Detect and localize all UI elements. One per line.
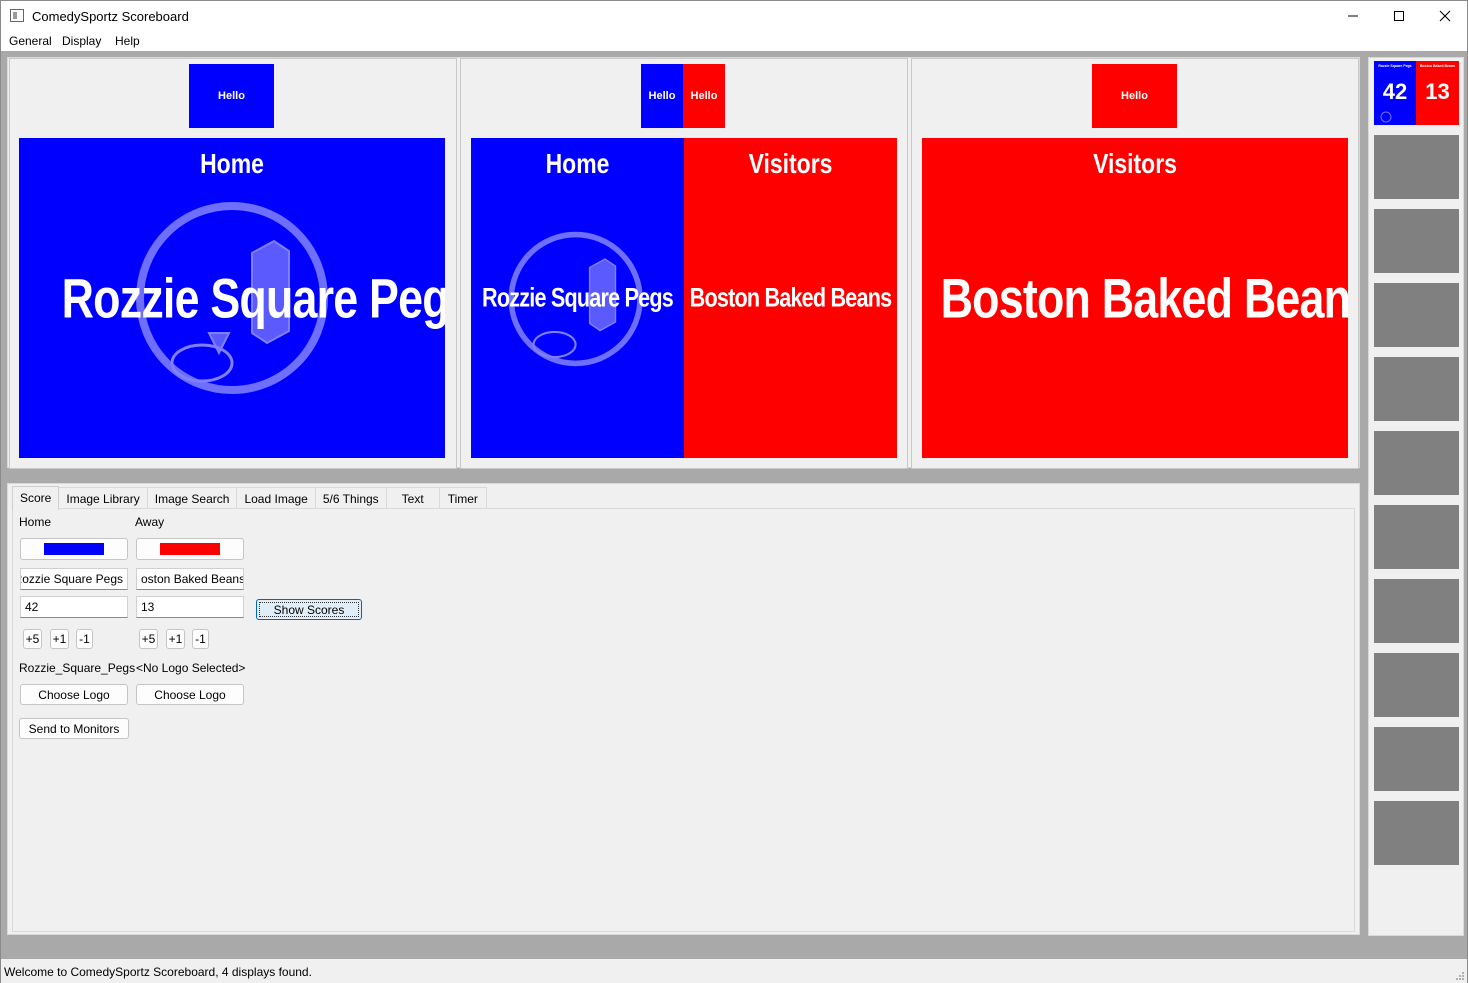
home-name-field[interactable]: Rozzie Square Pegs [20, 568, 128, 590]
hello-banner: Hello [1092, 64, 1177, 128]
thumbnail-slot[interactable] [1374, 357, 1459, 421]
mini-home-score: 42 [1382, 79, 1408, 104]
thumbnail-slot[interactable] [1374, 727, 1459, 791]
away-logo-filename: <No Logo Selected> [136, 661, 246, 675]
thumbnail-slot[interactable] [1374, 135, 1459, 199]
home-plus-one-button[interactable]: +1 [50, 629, 69, 649]
away-plus-five-button[interactable]: +5 [139, 629, 158, 649]
tab-image-library[interactable]: Image Library [58, 487, 148, 509]
away-header: Away [135, 515, 165, 529]
scoreboard: Home Rozzie Square Pegs [19, 138, 445, 458]
menu-bar: General Display Help [1, 31, 1467, 51]
resize-grip-icon[interactable] [1455, 971, 1465, 981]
away-half: Visitors Boston Baked Beans [922, 138, 1348, 458]
scoreboard: Home Rozzie Square Pegs Visitors Boston … [471, 138, 897, 458]
home-choose-logo-button[interactable]: Choose Logo [20, 684, 128, 705]
close-button[interactable] [1422, 1, 1468, 31]
home-score-field[interactable]: 42 [20, 596, 128, 618]
thumbnail-slot[interactable] [1374, 653, 1459, 717]
display-preview-visitors[interactable]: Hello Visitors Boston Baked Beans [911, 58, 1359, 469]
show-scores-button[interactable]: Show Scores [256, 599, 362, 620]
home-half: Home Rozzie Square Pegs [471, 138, 684, 458]
mini-away-name: Boston Baked Beans [1419, 64, 1455, 68]
away-score-field[interactable]: 13 [136, 596, 244, 618]
home-half: Home Rozzie Square Pegs [19, 138, 445, 458]
hello-text: Hello [189, 64, 274, 128]
home-color-button[interactable] [20, 538, 128, 560]
away-name-field[interactable]: oston Baked Beans [136, 568, 244, 590]
display-preview-home[interactable]: Hello Home Rozzie Square Pegs [9, 58, 457, 469]
away-label: Visitors [1093, 148, 1177, 179]
mini-home-name: Rozzie Square Pegs [1378, 64, 1412, 68]
work-area: Hello Home Rozzie Square Pegs Hello Hell… [1, 51, 1467, 959]
minimize-button[interactable] [1330, 1, 1376, 31]
thumbnail-slot[interactable] [1374, 431, 1459, 495]
thumbnail-slot[interactable] [1374, 505, 1459, 569]
send-to-monitors-button[interactable]: Send to Monitors [19, 718, 129, 739]
away-plus-one-button[interactable]: +1 [166, 629, 185, 649]
mini-away: Boston Baked Beans 13 [1416, 61, 1459, 125]
hello-banner: Hello [189, 64, 274, 128]
home-name-value: Rozzie Square Pegs [20, 572, 123, 586]
close-icon [1439, 10, 1451, 22]
title-bar: ComedySportz Scoreboard [1, 1, 1467, 31]
tab-image-search[interactable]: Image Search [146, 487, 238, 509]
home-label: Home [200, 148, 264, 179]
tab-bar: Score Image Library Image Search Load Im… [12, 486, 487, 510]
hello-text-home: Hello [641, 64, 683, 128]
control-panel: Score Image Library Image Search Load Im… [7, 483, 1360, 935]
maximize-button[interactable] [1376, 1, 1422, 31]
away-team-name: Boston Baked Beans [940, 266, 1348, 330]
status-bar: Welcome to ComedySportz Scoreboard, 4 di… [1, 961, 1467, 983]
menu-display[interactable]: Display [62, 34, 101, 48]
display-previews: Hello Home Rozzie Square Pegs Hello Hell… [7, 57, 1360, 469]
tab-timer[interactable]: Timer [438, 487, 487, 509]
scoreboard: Visitors Boston Baked Beans [922, 138, 1348, 458]
display-preview-both[interactable]: Hello Hello Home Rozzie Square Pegs Visi… [460, 58, 908, 469]
window-title: ComedySportz Scoreboard [32, 9, 189, 24]
hello-banner: Hello Hello [641, 64, 725, 128]
away-color-swatch [160, 543, 220, 555]
status-message: Welcome to ComedySportz Scoreboard, 4 di… [4, 965, 312, 979]
thumbnail-active-scoreboard[interactable]: Rozzie Square Pegs 42 Boston Baked Beans… [1374, 61, 1459, 125]
menu-general[interactable]: General [9, 34, 52, 48]
app-window: ComedySportz Scoreboard General Display … [0, 0, 1468, 983]
hello-text: Hello [1092, 64, 1177, 128]
away-name-value: oston Baked Beans [141, 572, 244, 586]
away-score-value: 13 [141, 600, 155, 614]
thumbnail-slot[interactable] [1374, 209, 1459, 273]
mini-away-score: 13 [1425, 79, 1450, 104]
app-icon [10, 9, 24, 22]
home-score-value: 42 [25, 600, 39, 614]
away-half: Visitors Boston Baked Beans [684, 138, 897, 458]
tab-five-six-things[interactable]: 5/6 Things [314, 487, 387, 509]
minimize-icon [1348, 15, 1358, 17]
home-logo-filename: Rozzie_Square_Pegs.pi [19, 661, 136, 675]
home-plus-five-button[interactable]: +5 [23, 629, 42, 649]
home-minus-one-button[interactable]: -1 [76, 629, 93, 649]
home-team-name: Rozzie Square Pegs [61, 266, 445, 330]
score-tab-content: Home Away Rozzie Square Pegs oston Baked… [12, 508, 1355, 932]
home-label: Home [545, 148, 610, 179]
home-color-swatch [44, 543, 104, 555]
thumbnail-slot[interactable] [1374, 801, 1459, 865]
tab-score[interactable]: Score [12, 486, 60, 510]
square-peg-logo-icon [1380, 111, 1392, 123]
tab-load-image[interactable]: Load Image [236, 487, 316, 509]
away-color-button[interactable] [136, 538, 244, 560]
away-label: Visitors [748, 148, 833, 179]
mini-home: Rozzie Square Pegs 42 [1374, 61, 1416, 125]
maximize-icon [1394, 11, 1404, 21]
thumbnail-slot[interactable] [1374, 579, 1459, 643]
away-choose-logo-button[interactable]: Choose Logo [136, 684, 244, 705]
thumbnail-slot[interactable] [1374, 283, 1459, 347]
home-header: Home [19, 515, 52, 529]
away-minus-one-button[interactable]: -1 [192, 629, 209, 649]
hello-text-away: Hello [683, 64, 725, 128]
menu-help[interactable]: Help [115, 34, 140, 48]
slide-thumbnails: Rozzie Square Pegs 42 Boston Baked Beans… [1368, 57, 1464, 936]
home-team-name: Rozzie Square Pegs [482, 282, 674, 313]
tab-text[interactable]: Text [385, 487, 440, 509]
away-team-name: Boston Baked Beans [689, 282, 892, 313]
